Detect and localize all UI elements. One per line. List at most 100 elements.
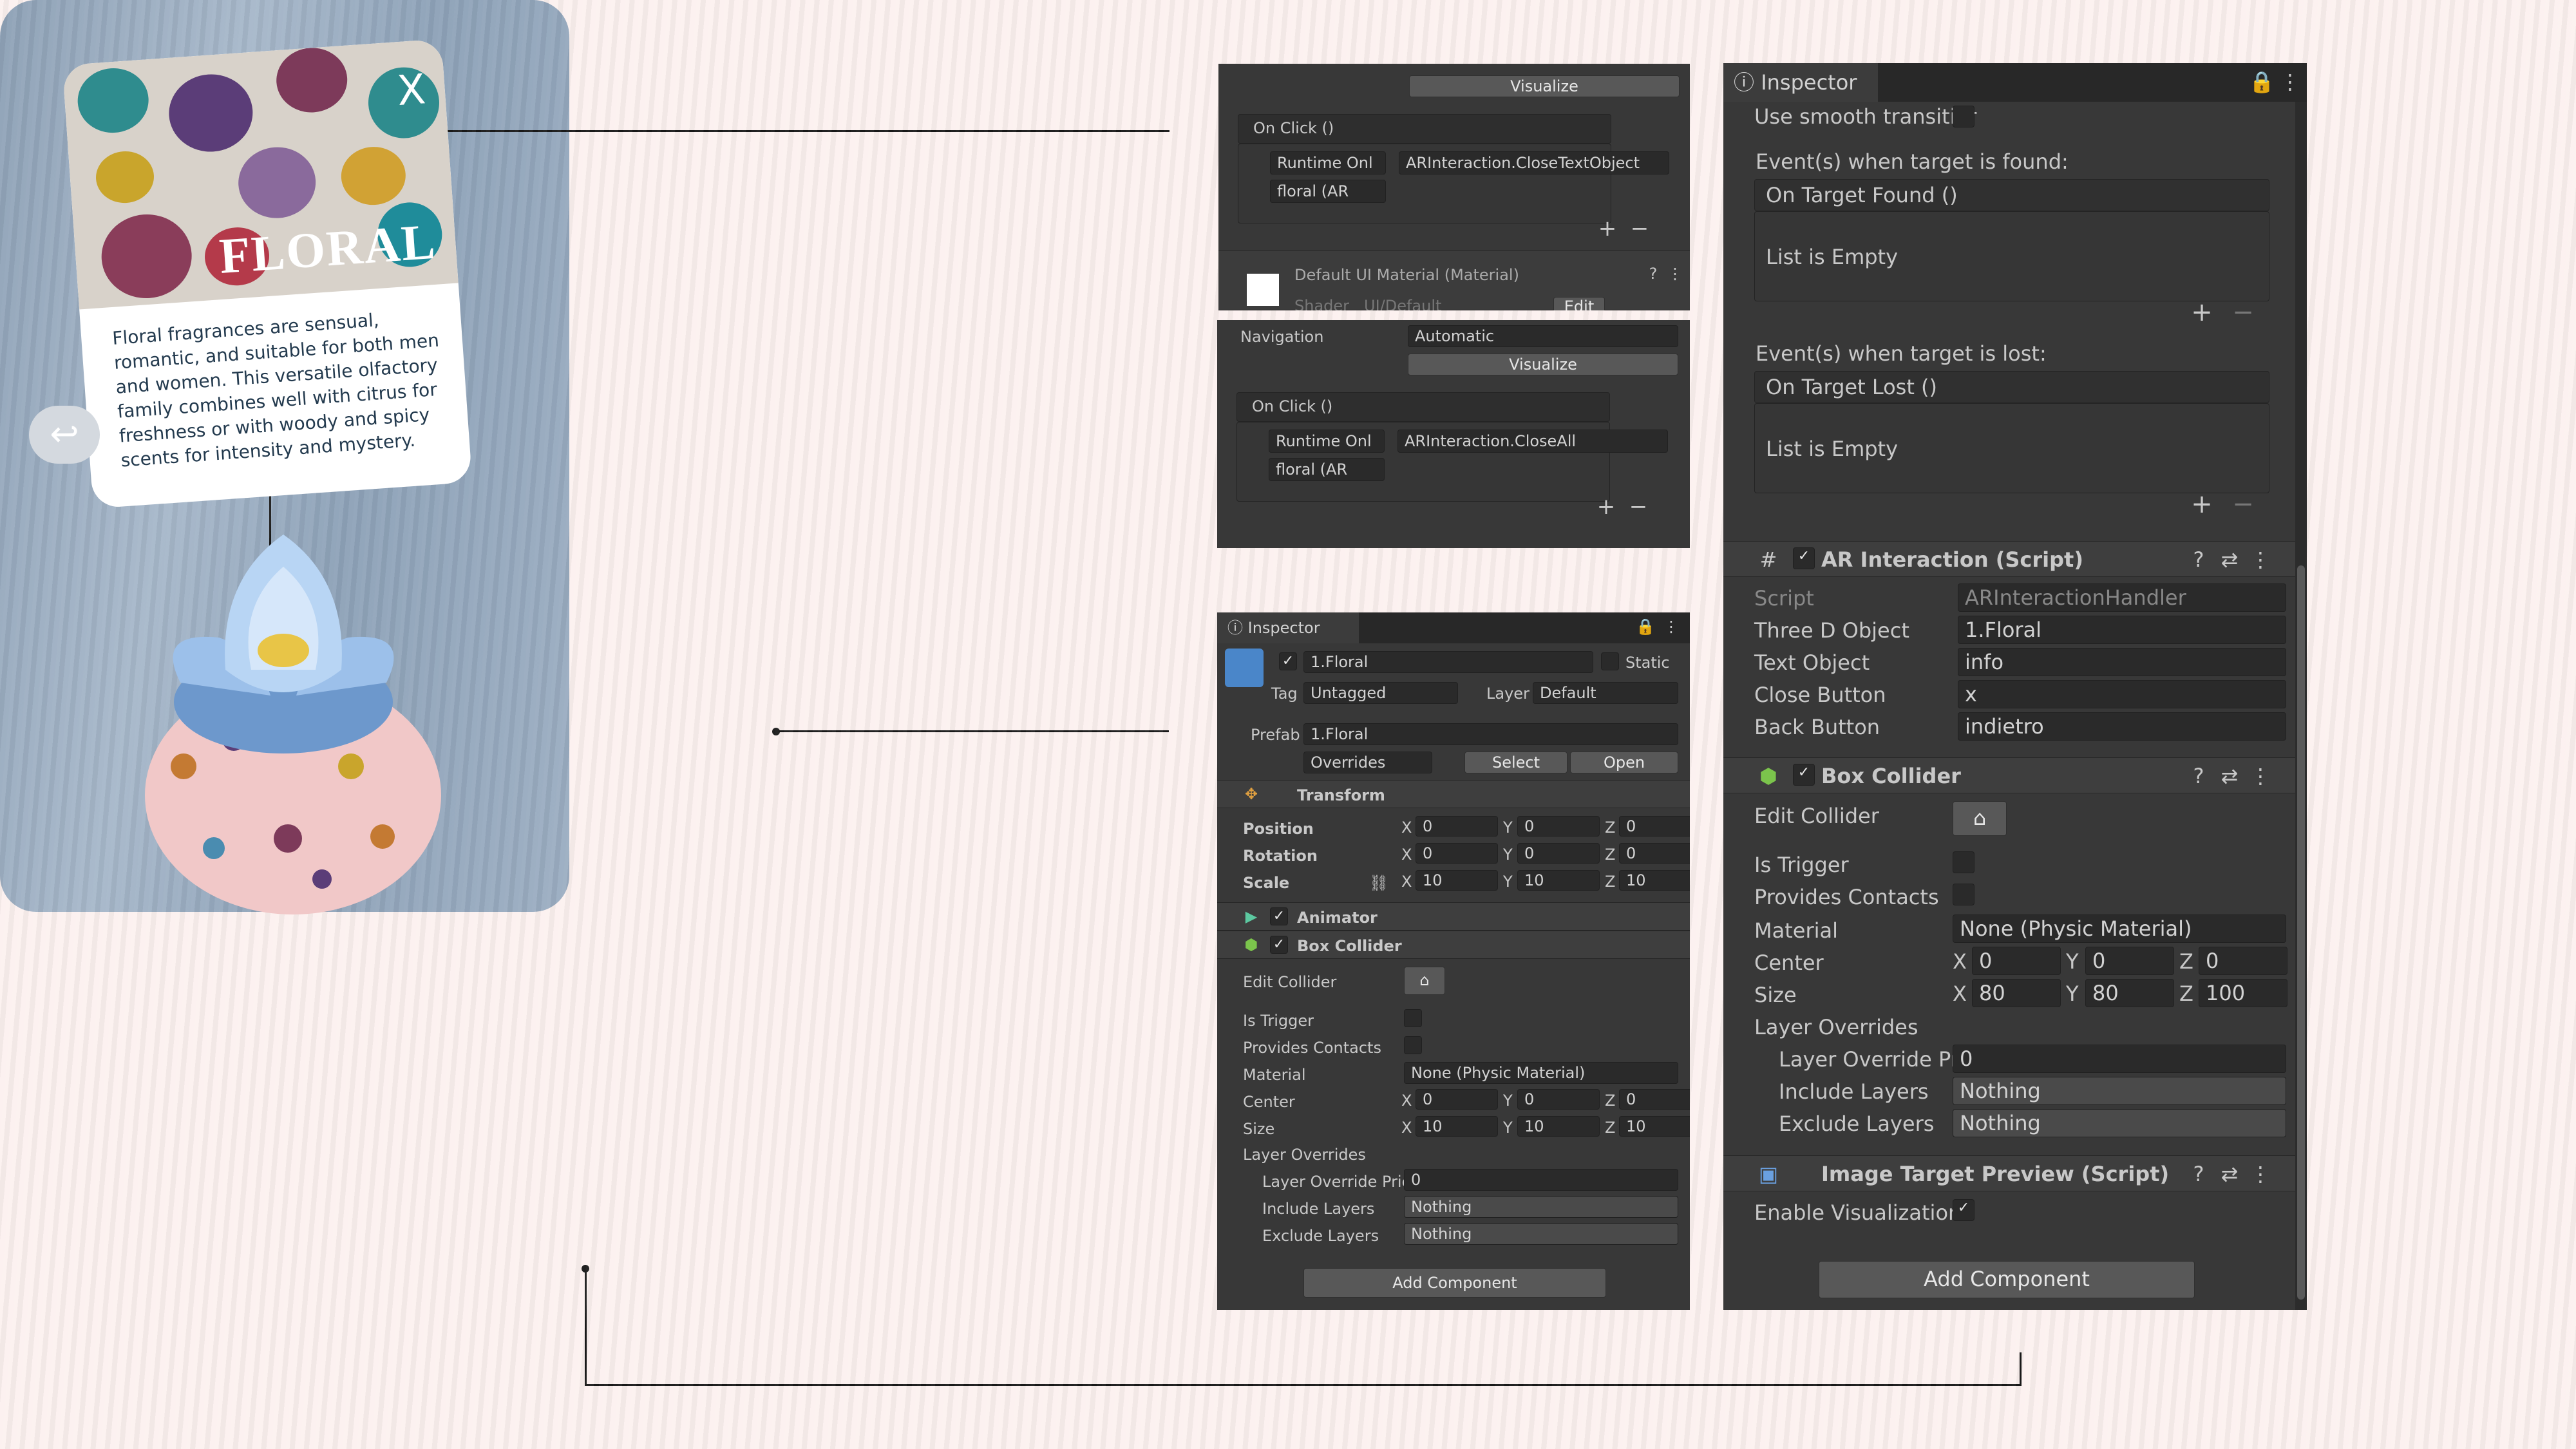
y-value-field[interactable]: 10 bbox=[1517, 1116, 1600, 1137]
z-value-field[interactable]: 0 bbox=[1619, 816, 1690, 837]
active-checkbox[interactable]: ✓ bbox=[1279, 652, 1297, 670]
z-value-field[interactable]: 0 bbox=[1619, 1089, 1690, 1110]
static-checkbox[interactable] bbox=[1601, 652, 1619, 670]
y-value-field[interactable]: 0 bbox=[1517, 843, 1600, 864]
x-value-field[interactable]: 10 bbox=[1416, 1116, 1498, 1137]
provides-contacts-checkbox[interactable] bbox=[1404, 1036, 1422, 1054]
close-icon[interactable]: X bbox=[395, 66, 427, 115]
remove-icon[interactable]: − bbox=[2227, 489, 2259, 519]
remove-icon[interactable]: − bbox=[1627, 216, 1653, 242]
z-value-field[interactable]: 10 bbox=[1619, 870, 1690, 891]
runtime-dropdown[interactable]: Runtime Onl bbox=[1269, 430, 1385, 453]
lock-icon[interactable]: 🔒 bbox=[2249, 70, 2275, 94]
settings-sliders-icon[interactable]: ⇄ bbox=[2218, 764, 2241, 788]
text-object-field[interactable]: info bbox=[1958, 648, 2286, 676]
inspector-tab[interactable]: ⓘ Inspector bbox=[1217, 612, 1359, 643]
z-value-field[interactable]: 0 bbox=[2199, 947, 2287, 975]
back-button-field[interactable]: indietro bbox=[1958, 712, 2286, 741]
kebab-menu-icon[interactable]: ⋮ bbox=[2249, 1162, 2272, 1186]
y-value-field[interactable]: 80 bbox=[2085, 979, 2174, 1007]
y-value-field[interactable]: 0 bbox=[1517, 816, 1600, 837]
x-value-field[interactable]: 0 bbox=[1416, 1089, 1498, 1110]
layer-override-priority-field[interactable]: 0 bbox=[1404, 1169, 1678, 1191]
overrides-dropdown[interactable]: Overrides bbox=[1303, 752, 1432, 773]
layer-override-priority-field[interactable]: 0 bbox=[1953, 1045, 2286, 1073]
include-layers-dropdown[interactable]: Nothing bbox=[1953, 1077, 2286, 1105]
smooth-transition-checkbox[interactable] bbox=[1953, 106, 1975, 128]
add-icon[interactable]: + bbox=[1595, 216, 1620, 242]
animator-checkbox[interactable]: ✓ bbox=[1270, 907, 1288, 925]
is-trigger-checkbox[interactable] bbox=[1404, 1009, 1422, 1027]
back-arrow-icon[interactable]: ↩ bbox=[29, 406, 100, 464]
x-value-field[interactable]: 10 bbox=[1416, 870, 1498, 891]
remove-icon[interactable]: − bbox=[1625, 494, 1651, 520]
z-value-field[interactable]: 100 bbox=[2199, 979, 2287, 1007]
x-value-field[interactable]: 0 bbox=[1416, 816, 1498, 837]
remove-icon[interactable]: − bbox=[2227, 298, 2259, 327]
object-name-field[interactable]: 1.Floral bbox=[1303, 651, 1593, 673]
kebab-menu-icon[interactable]: ⋮ bbox=[2249, 547, 2272, 572]
box-collider-checkbox[interactable]: ✓ bbox=[1270, 936, 1288, 954]
x-value-field[interactable]: 0 bbox=[1972, 947, 2061, 975]
help-icon[interactable]: ? bbox=[2187, 764, 2210, 788]
ar-interaction-checkbox[interactable]: ✓ bbox=[1793, 547, 1815, 569]
select-button[interactable]: Select bbox=[1464, 752, 1567, 773]
kebab-menu-icon[interactable]: ⋮ bbox=[2249, 764, 2272, 788]
tag-dropdown[interactable]: Untagged bbox=[1303, 682, 1458, 704]
exclude-layers-dropdown[interactable]: Nothing bbox=[1953, 1109, 2286, 1137]
prefab-field[interactable]: 1.Floral bbox=[1303, 723, 1678, 745]
transform-title[interactable]: Transform bbox=[1297, 786, 1385, 804]
edit-collider-button[interactable]: ⌂ bbox=[1404, 967, 1445, 995]
y-value-field[interactable]: 10 bbox=[1517, 870, 1600, 891]
is-trigger-checkbox[interactable] bbox=[1953, 851, 1975, 873]
exclude-layers-dropdown[interactable]: Nothing bbox=[1404, 1223, 1678, 1245]
ar-interaction-title[interactable]: AR Interaction (Script) bbox=[1821, 547, 2083, 572]
edit-shader-button[interactable]: Edit bbox=[1553, 297, 1605, 310]
enable-visualization-checkbox[interactable]: ✓ bbox=[1953, 1199, 1975, 1221]
kebab-menu-icon[interactable]: ⋮ bbox=[1662, 618, 1681, 636]
add-component-button[interactable]: Add Component bbox=[1303, 1268, 1606, 1298]
x-value-field[interactable]: 0 bbox=[1416, 843, 1498, 864]
layer-dropdown[interactable]: Default bbox=[1533, 682, 1678, 704]
material-field[interactable]: None (Physic Material) bbox=[1953, 914, 2286, 943]
add-icon[interactable]: + bbox=[2186, 298, 2218, 327]
runtime-dropdown[interactable]: Runtime Onl bbox=[1270, 151, 1386, 175]
settings-sliders-icon[interactable]: ⇄ bbox=[2218, 1162, 2241, 1186]
y-value-field[interactable]: 0 bbox=[1517, 1089, 1600, 1110]
kebab-menu-icon[interactable]: ⋮ bbox=[1665, 265, 1685, 283]
shader-value[interactable]: UI/Default bbox=[1364, 297, 1441, 310]
add-icon[interactable]: + bbox=[2186, 489, 2218, 519]
z-value-field[interactable]: 0 bbox=[1619, 843, 1690, 864]
provides-contacts-checkbox[interactable] bbox=[1953, 884, 1975, 905]
image-target-title[interactable]: Image Target Preview (Script) bbox=[1821, 1162, 2169, 1186]
inspector-tab[interactable]: ⓘ Inspector bbox=[1723, 63, 1878, 102]
function-dropdown[interactable]: ARInteraction.CloseTextObject bbox=[1399, 151, 1669, 175]
box-collider-title[interactable]: Box Collider bbox=[1297, 937, 1402, 955]
help-icon[interactable]: ? bbox=[2187, 547, 2210, 572]
lock-icon[interactable]: 🔒 bbox=[1636, 618, 1655, 636]
help-icon[interactable]: ? bbox=[2187, 1162, 2210, 1186]
box-collider-title[interactable]: Box Collider bbox=[1821, 764, 1961, 788]
x-value-field[interactable]: 80 bbox=[1972, 979, 2061, 1007]
visualize-button[interactable]: Visualize bbox=[1408, 354, 1678, 375]
box-collider-checkbox[interactable]: ✓ bbox=[1793, 764, 1815, 786]
z-value-field[interactable]: 10 bbox=[1619, 1116, 1690, 1137]
layer-overrides-label[interactable]: Layer Overrides bbox=[1754, 1015, 1918, 1039]
visualize-button[interactable]: Visualize bbox=[1409, 75, 1680, 97]
close-button-field[interactable]: x bbox=[1958, 680, 2286, 708]
material-field[interactable]: None (Physic Material) bbox=[1404, 1062, 1678, 1084]
link-icon[interactable]: ⛓ bbox=[1369, 874, 1388, 892]
add-component-button[interactable]: Add Component bbox=[1819, 1261, 2195, 1298]
function-dropdown[interactable]: ARInteraction.CloseAll bbox=[1397, 430, 1668, 453]
y-value-field[interactable]: 0 bbox=[2085, 947, 2174, 975]
help-icon[interactable]: ? bbox=[1643, 265, 1663, 283]
add-icon[interactable]: + bbox=[1593, 494, 1619, 520]
kebab-menu-icon[interactable]: ⋮ bbox=[2277, 70, 2303, 94]
object-field[interactable]: floral (AR bbox=[1269, 458, 1385, 481]
scrollbar-thumb[interactable] bbox=[2297, 565, 2305, 1300]
three-d-object-field[interactable]: 1.Floral bbox=[1958, 616, 2286, 644]
settings-sliders-icon[interactable]: ⇄ bbox=[2218, 547, 2241, 572]
animator-title[interactable]: Animator bbox=[1297, 909, 1378, 927]
navigation-dropdown[interactable]: Automatic bbox=[1408, 325, 1678, 347]
edit-collider-button[interactable]: ⌂ bbox=[1953, 801, 2007, 836]
